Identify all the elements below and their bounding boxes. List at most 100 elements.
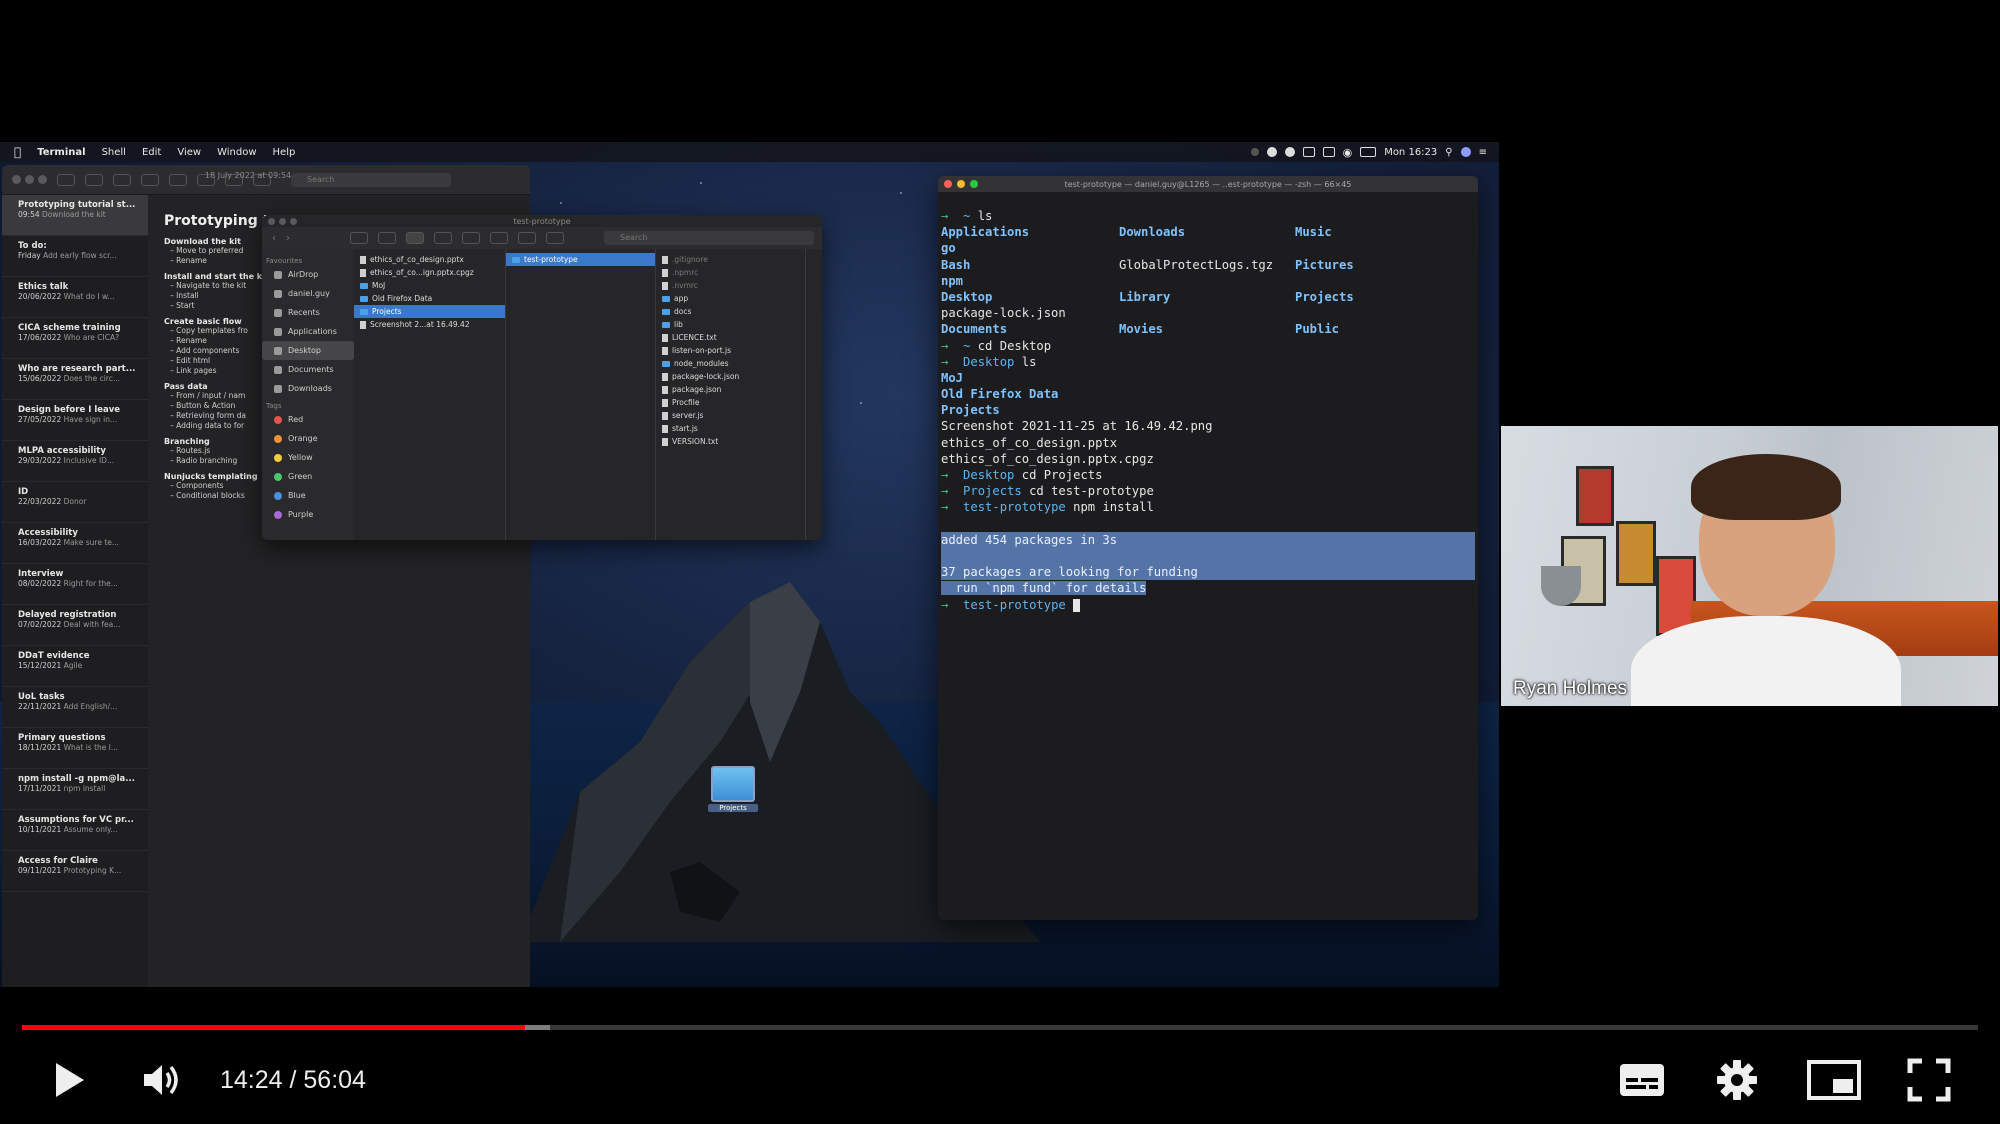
terminal-output[interactable]: → ~ ls Applications Downloads Music go Bash G… (941, 208, 1478, 920)
control-center-icon[interactable]: ≡ (1479, 147, 1487, 158)
finder-row[interactable]: Procfile (656, 396, 805, 409)
miniplayer-button[interactable] (1806, 1058, 1862, 1102)
finder-row[interactable]: .gitignore (656, 253, 805, 266)
finder-row[interactable]: Screenshot 2...at 16.49.42 (354, 318, 505, 331)
finder-row[interactable]: docs (656, 305, 805, 318)
group-icon[interactable] (462, 232, 480, 244)
finder-row[interactable]: test-prototype (506, 253, 655, 266)
note-list-item[interactable]: Interview 08/02/2022 Right for the... (2, 564, 148, 605)
progress-bar[interactable] (22, 1025, 1978, 1030)
finder-search-input[interactable]: Search (604, 231, 814, 245)
display-icon[interactable] (1302, 147, 1315, 157)
note-list-item[interactable]: Ethics talk 20/06/2022 What do I w... (2, 277, 148, 318)
battery-icon[interactable] (1360, 147, 1377, 157)
cloud-icon[interactable] (1266, 147, 1277, 157)
back-icon[interactable]: ‹ (272, 233, 276, 244)
finder-row[interactable]: LICENCE.txt (656, 331, 805, 344)
note-list-item[interactable]: UoL tasks 22/11/2021 Add English/... (2, 687, 148, 728)
play-button[interactable] (44, 1058, 94, 1102)
window-close-button[interactable] (944, 180, 952, 188)
apple-icon[interactable]:  (0, 145, 29, 159)
video-player[interactable]:  Terminal Shell Edit View Window Help ◉… (0, 0, 2000, 1124)
airplay-icon[interactable] (1322, 147, 1335, 157)
sidebar-item-documents[interactable]: Documents (262, 360, 354, 379)
finder-row[interactable]: package-lock.json (656, 370, 805, 383)
note-list-item[interactable]: Accessibility 16/03/2022 Make sure te... (2, 523, 148, 564)
sidebar-item-applications[interactable]: Applications (262, 322, 354, 341)
finder-row[interactable]: ethics_of_co_design.pptx (354, 253, 505, 266)
window-close-button[interactable] (12, 175, 21, 184)
finder-row[interactable]: lib (656, 318, 805, 331)
tag-item-green[interactable]: Green (262, 467, 354, 486)
tag-item-orange[interactable]: Orange (262, 429, 354, 448)
window-close-button[interactable] (268, 218, 275, 225)
globe-icon[interactable] (1284, 147, 1295, 157)
sidebar-toggle-icon[interactable] (57, 173, 75, 186)
window-zoom-button[interactable] (290, 218, 297, 225)
note-list-item[interactable]: MLPA accessibility 29/03/2022 Inclusive I… (2, 441, 148, 482)
finder-row[interactable]: MoJ (354, 279, 505, 292)
forward-icon[interactable]: › (286, 233, 290, 244)
siri-icon[interactable] (1460, 147, 1471, 157)
finder-row[interactable]: VERSION.txt (656, 435, 805, 448)
finder-row[interactable]: start.js (656, 422, 805, 435)
note-list-item[interactable]: DDaT evidence 15/12/2021 Agile (2, 646, 148, 687)
menu-view[interactable]: View (169, 147, 209, 158)
sidebar-item-danielguy[interactable]: daniel.guy (262, 284, 354, 303)
finder-row[interactable]: .npmrc (656, 266, 805, 279)
note-list-item[interactable]: npm install -g npm@la... 17/11/2021 npm i… (2, 769, 148, 810)
finder-row[interactable]: Projects (354, 305, 505, 318)
tag-item-yellow[interactable]: Yellow (262, 448, 354, 467)
menu-app-terminal[interactable]: Terminal (29, 147, 93, 158)
fullscreen-button[interactable] (1904, 1058, 1954, 1102)
column-view-icon[interactable] (406, 232, 424, 244)
window-minimize-button[interactable] (957, 180, 965, 188)
finder-row[interactable]: app (656, 292, 805, 305)
sidebar-item-recents[interactable]: Recents (262, 303, 354, 322)
tag-item-purple[interactable]: Purple (262, 505, 354, 524)
gallery-view-icon[interactable] (434, 232, 452, 244)
note-list-item[interactable]: CICA scheme training 17/06/2022 Who are C… (2, 318, 148, 359)
note-list-item[interactable]: Who are research part... 15/06/2022 Does … (2, 359, 148, 400)
note-list-item[interactable]: ID 22/03/2022 Donor (2, 482, 148, 523)
menu-edit[interactable]: Edit (134, 147, 169, 158)
window-minimize-button[interactable] (279, 218, 286, 225)
subtitles-button[interactable] (1618, 1058, 1666, 1102)
window-zoom-button[interactable] (970, 180, 978, 188)
finder-row[interactable]: package.json (656, 383, 805, 396)
finder-row[interactable]: Old Firefox Data (354, 292, 505, 305)
wifi-icon[interactable]: ◉ (1343, 146, 1353, 159)
menubar-clock[interactable]: Mon 16:23 (1384, 147, 1437, 158)
finder-row[interactable]: listen-on-port.js (656, 344, 805, 357)
window-minimize-button[interactable] (25, 175, 34, 184)
sidebar-item-downloads[interactable]: Downloads (262, 379, 354, 398)
delete-note-icon[interactable] (113, 173, 131, 186)
grid-view-icon[interactable] (85, 173, 103, 186)
status-dot-icon[interactable] (1250, 148, 1259, 156)
tag-item-red[interactable]: Red (262, 410, 354, 429)
note-list-item[interactable]: Primary questions 18/11/2021 What is the … (2, 728, 148, 769)
settings-button[interactable] (1712, 1058, 1762, 1102)
desktop-projects-folder[interactable]: Projects (708, 766, 758, 812)
tag-icon[interactable] (546, 232, 564, 244)
icon-view-icon[interactable] (350, 232, 368, 244)
note-list-item[interactable]: To do: Friday Add early flow scr... (2, 236, 148, 277)
spotlight-search-icon[interactable]: ⚲ (1445, 147, 1452, 158)
menu-shell[interactable]: Shell (94, 147, 134, 158)
sidebar-item-airdrop[interactable]: AirDrop (262, 265, 354, 284)
action-gear-icon[interactable] (490, 232, 508, 244)
menu-help[interactable]: Help (265, 147, 304, 158)
note-list-item[interactable]: Delayed registration 07/02/2022 Deal with… (2, 605, 148, 646)
note-list-item[interactable]: Prototyping tutorial st... 09:54 Download… (2, 195, 148, 236)
terminal-window[interactable]: test-prototype — daniel.guy@L1265 — ..es… (938, 176, 1478, 920)
note-list-item[interactable]: Assumptions for VC pr... 10/11/2021 Assum… (2, 810, 148, 851)
mute-button[interactable] (134, 1058, 190, 1102)
note-list-item[interactable]: Access for Claire 09/11/2021 Prototyping … (2, 851, 148, 892)
list-view-icon[interactable] (378, 232, 396, 244)
finder-row[interactable]: server.js (656, 409, 805, 422)
note-list-item[interactable]: Design before I leave 27/05/2022 Have sig… (2, 400, 148, 441)
share-icon[interactable] (518, 232, 536, 244)
menu-window[interactable]: Window (209, 147, 264, 158)
finder-row[interactable]: node_modules (656, 357, 805, 370)
window-zoom-button[interactable] (38, 175, 47, 184)
